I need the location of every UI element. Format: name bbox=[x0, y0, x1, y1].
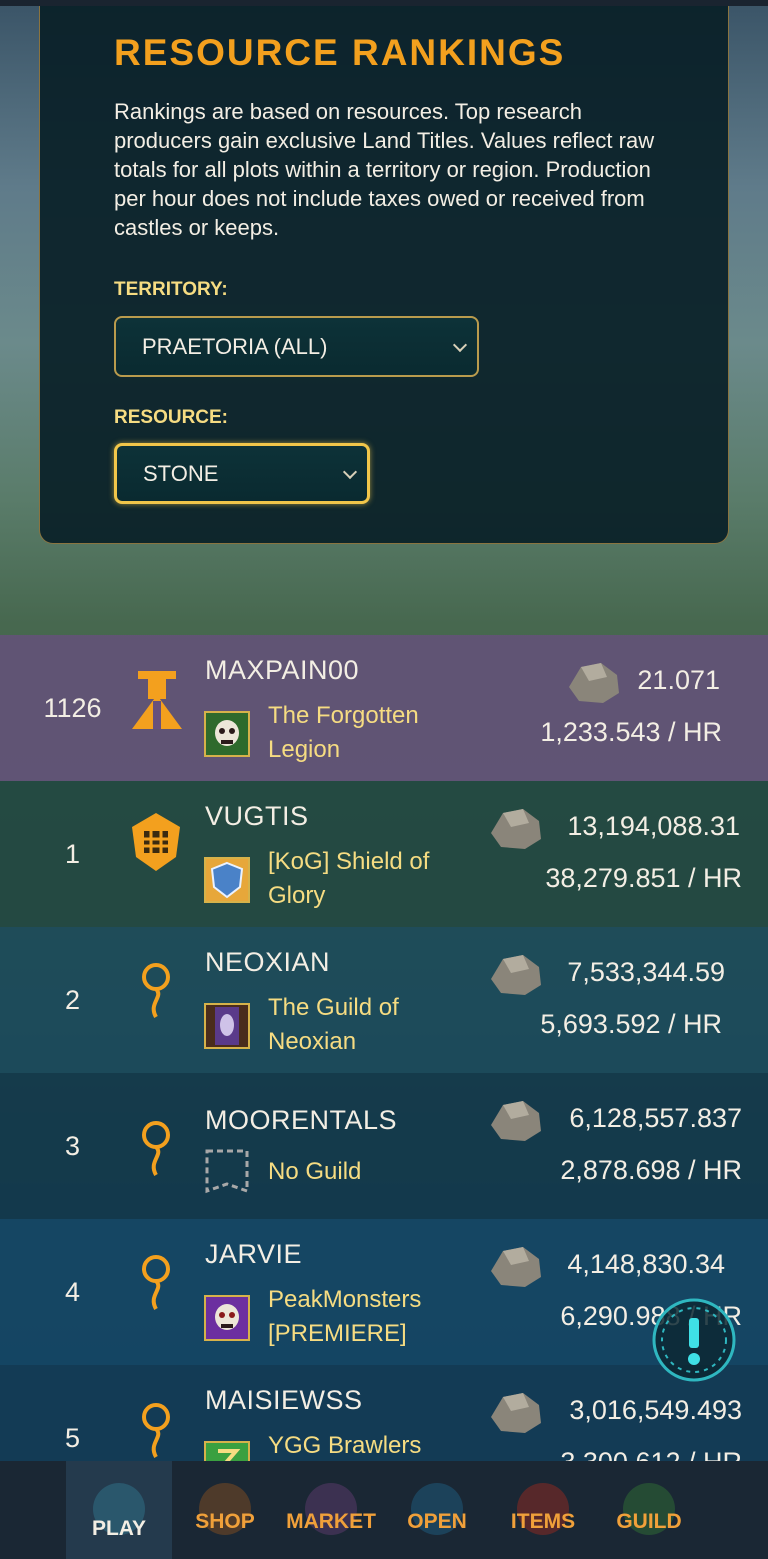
page-title: RESOURCE RANKINGS bbox=[114, 32, 566, 73]
nav-label: MARKET bbox=[286, 1510, 376, 1533]
resource-select[interactable]: STONE bbox=[114, 443, 370, 504]
resource-value: STONE bbox=[143, 460, 219, 486]
nav-items[interactable]: ITEMS bbox=[490, 1461, 596, 1559]
flame-badge-icon bbox=[142, 1403, 170, 1458]
rank-number: 1126 bbox=[43, 693, 102, 723]
resource-total: 7,533,344.59 bbox=[567, 957, 725, 987]
territory-label: TERRITORY: bbox=[114, 279, 228, 300]
bottom-nav: PLAY SHOP MARKET OPEN ITEMS GUILD bbox=[0, 1461, 768, 1559]
alert-button[interactable] bbox=[650, 1296, 738, 1384]
no-guild-icon bbox=[205, 1149, 249, 1194]
rank-number: 3 bbox=[64, 1131, 81, 1161]
guild-shield-icon bbox=[204, 857, 250, 903]
territory-value: PRAETORIA (ALL) bbox=[142, 333, 328, 359]
tower-badge-icon bbox=[132, 671, 182, 729]
player-name[interactable]: JARVIE bbox=[205, 1239, 302, 1270]
resource-label: RESOURCE: bbox=[114, 407, 229, 428]
rankings-panel: RESOURCE RANKINGS Rankings are based on … bbox=[39, 6, 729, 544]
nav-label: ITEMS bbox=[510, 1510, 576, 1533]
nav-play[interactable]: PLAY bbox=[66, 1461, 172, 1559]
ranking-row[interactable]: 1 VUGTIS [KoG] Shield of Glory 13,194,08… bbox=[0, 781, 768, 927]
castle-badge-icon bbox=[132, 813, 180, 871]
nav-guild[interactable]: GUILD bbox=[596, 1461, 702, 1559]
nav-label: OPEN bbox=[407, 1510, 467, 1533]
territory-select[interactable]: PRAETORIA (ALL) bbox=[114, 316, 479, 377]
chevron-down-icon bbox=[452, 337, 468, 352]
player-name[interactable]: MAISIEWSS bbox=[205, 1385, 363, 1416]
resource-rate: 5,693.592 / HR bbox=[540, 1009, 722, 1039]
nav-label: SHOP bbox=[195, 1510, 255, 1533]
nav-label: GUILD bbox=[616, 1510, 682, 1533]
player-name[interactable]: NEOXIAN bbox=[205, 947, 330, 978]
ranking-row[interactable]: 2 NEOXIAN The Guild of Neoxian 7,533,344… bbox=[0, 927, 768, 1073]
resource-total: 6,128,557.837 bbox=[569, 1103, 742, 1133]
resource-total: 4,148,830.34 bbox=[567, 1249, 725, 1279]
nav-label: PLAY bbox=[91, 1517, 147, 1540]
rankings-description: Rankings are based on resources. Top res… bbox=[114, 99, 655, 240]
ranking-row-self[interactable]: 1126 MAXPAIN00 The Forgotten Legion 21.0… bbox=[0, 635, 768, 781]
flame-badge-icon bbox=[142, 963, 170, 1018]
resource-total: 13,194,088.31 bbox=[567, 811, 740, 841]
guild-banner-icon bbox=[204, 711, 250, 757]
resource-rate: 38,279.851 / HR bbox=[545, 863, 742, 893]
rank-number: 2 bbox=[64, 985, 81, 1015]
resource-rate: 1,233.543 / HR bbox=[540, 717, 722, 747]
player-name[interactable]: VUGTIS bbox=[205, 801, 309, 832]
player-name[interactable]: MOORENTALS bbox=[205, 1105, 397, 1136]
rank-number: 4 bbox=[64, 1277, 81, 1307]
ranking-row[interactable]: 3 MOORENTALS No Guild 6,128,557.837 2,87… bbox=[0, 1073, 768, 1219]
guild-banner-icon bbox=[204, 1295, 250, 1341]
nav-shop[interactable]: SHOP bbox=[172, 1461, 278, 1559]
flame-badge-icon bbox=[142, 1121, 170, 1176]
nav-market[interactable]: MARKET bbox=[278, 1461, 384, 1559]
guild-hand-icon bbox=[204, 1003, 250, 1049]
resource-rate: 2,878.698 / HR bbox=[560, 1155, 742, 1185]
rank-number: 5 bbox=[64, 1423, 81, 1453]
resource-total: 21.071 bbox=[637, 665, 720, 695]
flame-badge-icon bbox=[142, 1255, 170, 1310]
nav-open[interactable]: OPEN bbox=[384, 1461, 490, 1559]
chevron-down-icon bbox=[342, 464, 358, 479]
player-name[interactable]: MAXPAIN00 bbox=[205, 655, 359, 686]
resource-total: 3,016,549.493 bbox=[569, 1395, 742, 1425]
